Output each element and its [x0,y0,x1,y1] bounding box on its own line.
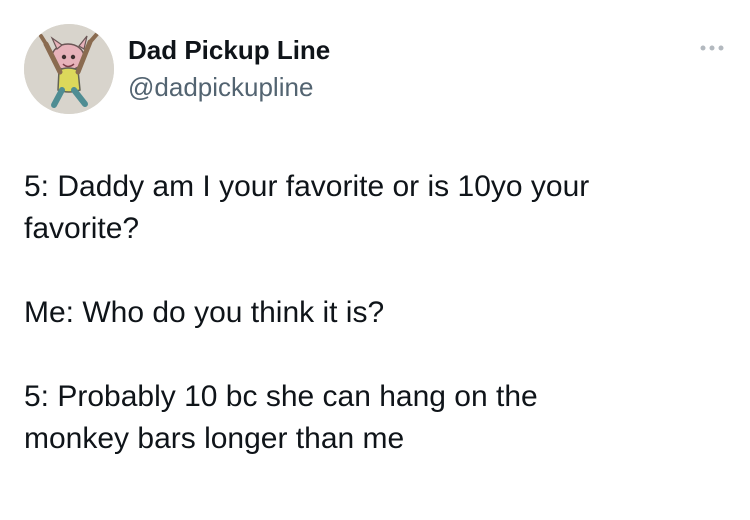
avatar[interactable] [24,24,114,114]
author-info: Dad Pickup Line @dadpickupline [128,34,668,102]
author-handle[interactable]: @dadpickupline [128,72,668,102]
more-options-button[interactable] [694,36,730,60]
tweet-text-line: 5: Daddy am I your favorite or is 10yo y… [24,170,590,203]
tweet-text: 5: Daddy am I your favorite or is 10yo y… [24,166,724,460]
more-options-icon [700,45,724,51]
tweet-text-line: favorite? [24,212,140,245]
tweet-card: Dad Pickup Line @dadpickupline 5: Daddy … [0,0,750,520]
tweet-text-line: monkey bars longer than me [24,422,405,455]
tweet-text-line: Me: Who do you think it is? [24,296,385,329]
cartoon-avatar-icon [24,24,114,114]
author-display-name[interactable]: Dad Pickup Line [128,34,330,66]
tweet-text-line: 5: Probably 10 bc she can hang on the [24,380,538,413]
